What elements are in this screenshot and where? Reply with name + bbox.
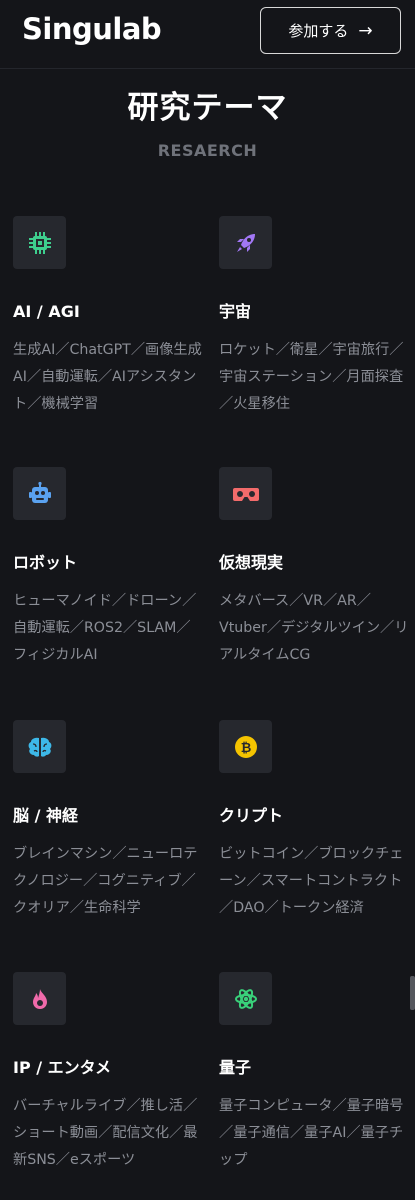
robot-icon: [13, 467, 66, 520]
card-title: クリプト: [219, 806, 284, 825]
join-button-label: 参加する: [288, 22, 349, 40]
section-subtitle: RESAERCH: [157, 141, 258, 160]
site-logo[interactable]: Singulab: [22, 12, 162, 46]
card-description: 生成AI／ChatGPT／画像生成AI／自動運転／AIアシスタント／機械学習: [13, 342, 202, 412]
research-card-vr: 仮想現実 メタバース／VR／AR／Vtuber／デジタルツイン／リアルタイムCG: [219, 467, 409, 669]
vr-headset-icon: [219, 467, 272, 520]
site-header: Singulab 参加する →: [0, 0, 415, 69]
card-description: ロケット／衛星／宇宙旅行／宇宙ステーション／月面探査／火星移住: [219, 342, 404, 412]
brain-icon: [13, 720, 66, 773]
join-button[interactable]: 参加する →: [260, 7, 401, 54]
card-description: 量子コンピュータ／量子暗号／量子通信／量子AI／量子チップ: [219, 1098, 404, 1168]
flame-icon: [13, 972, 66, 1025]
section-title: 研究テーマ: [127, 90, 288, 126]
research-card-robot: ロボット ヒューマノイド／ドローン／自動運転／ROS2／SLAM／フィジカルAI: [13, 467, 203, 669]
card-description: ブレインマシン／ニューロテクノロジー／コグニティブ／クオリア／生命科学: [13, 846, 198, 916]
card-description: ヒューマノイド／ドローン／自動運転／ROS2／SLAM／フィジカルAI: [13, 593, 197, 663]
atom-icon: [219, 972, 272, 1025]
card-description: ビットコイン／ブロックチェーン／スマートコントラクト／DAO／トークン経済: [219, 846, 404, 916]
card-title: 量子: [219, 1058, 252, 1077]
card-description: メタバース／VR／AR／Vtuber／デジタルツイン／リアルタイムCG: [219, 593, 409, 663]
card-title: AI / AGI: [13, 302, 80, 321]
card-title: ロボット: [13, 553, 78, 572]
research-card-ai: AI / AGI 生成AI／ChatGPT／画像生成AI／自動運転／AIアシスタ…: [13, 216, 203, 418]
research-card-brain: 脳 / 神経 ブレインマシン／ニューロテクノロジー／コグニティブ／クオリア／生命…: [13, 720, 203, 922]
chip-icon: [13, 216, 66, 269]
card-title: 宇宙: [219, 302, 252, 321]
card-description: バーチャルライブ／推し活／ショート動画／配信文化／最新SNS／eスポーツ: [13, 1098, 198, 1168]
card-title: 仮想現実: [219, 553, 284, 572]
rocket-icon: [219, 216, 272, 269]
card-title: IP / エンタメ: [13, 1058, 112, 1077]
scrollbar-thumb[interactable]: [410, 976, 415, 1010]
svg-text:₿: ₿: [240, 741, 251, 756]
arrow-right-icon: →: [358, 20, 373, 41]
bitcoin-icon: ₿: [219, 720, 272, 773]
research-card-entertainment: IP / エンタメ バーチャルライブ／推し活／ショート動画／配信文化／最新SNS…: [13, 972, 203, 1174]
research-card-quantum: 量子 量子コンピュータ／量子暗号／量子通信／量子AI／量子チップ: [219, 972, 409, 1174]
research-card-crypto: ₿ クリプト ビットコイン／ブロックチェーン／スマートコントラクト／DAO／トー…: [219, 720, 409, 922]
research-card-space: 宇宙 ロケット／衛星／宇宙旅行／宇宙ステーション／月面探査／火星移住: [219, 216, 409, 418]
card-title: 脳 / 神経: [13, 806, 78, 825]
